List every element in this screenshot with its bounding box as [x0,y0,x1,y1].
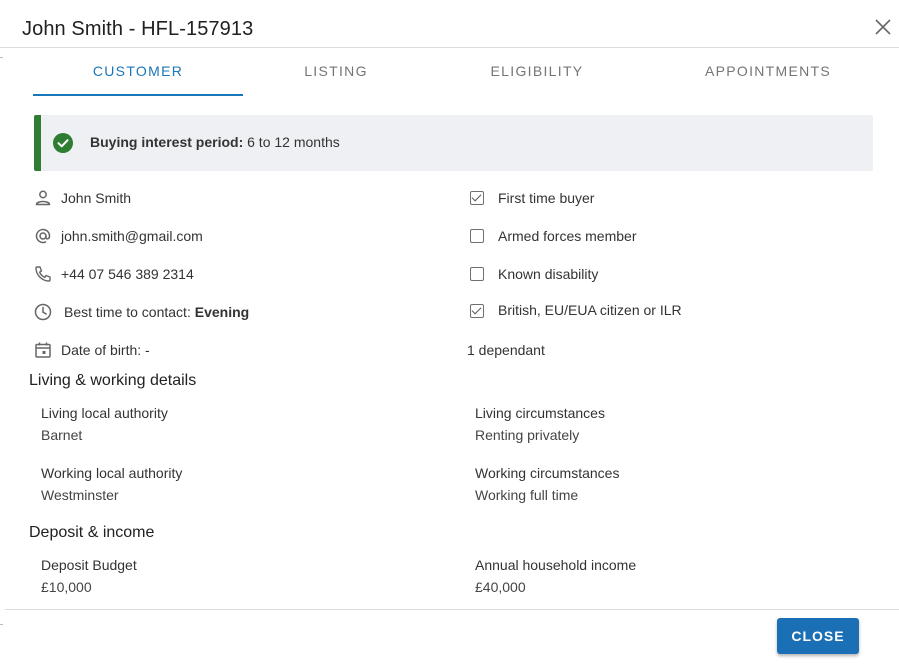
dependants-count: 1 dependant [467,342,545,358]
best-time-value: Evening [194,304,250,320]
active-tab-indicator [33,94,243,96]
date-of-birth: Date of birth: - [61,342,150,358]
first-time-buyer-checkbox[interactable] [470,191,484,205]
working-circumstances-value: Working full time [475,487,579,503]
customer-dialog: John Smith - HFL-157913 CUSTOMER LISTING… [0,0,899,670]
check-circle-icon [53,133,73,153]
best-time-row: Best time to contact: Evening [33,300,249,324]
tab-bar: CUSTOMER LISTING ELIGIBILITY APPOINTMENT… [0,48,899,96]
best-time-label: Best time to contact: [64,304,191,320]
tab-eligibility[interactable]: ELIGIBILITY [429,48,645,96]
armed-forces-label: Armed forces member [498,228,637,244]
working-circumstances-label: Working circumstances [475,465,620,481]
phone-icon [33,264,53,284]
known-disability-label: Known disability [498,266,599,282]
contact-email: john.smith@gmail.com [61,228,203,244]
known-disability-checkbox[interactable] [470,267,484,281]
buying-interest-banner: Buying interest period: 6 to 12 months [34,115,873,171]
deposit-budget-label: Deposit Budget [41,557,137,573]
contact-name: John Smith [61,190,132,206]
living-authority-value: Barnet [41,427,83,443]
armed-forces-checkbox[interactable] [470,229,484,243]
citizenship-label: British, EU/EUA citizen or ILR [498,302,682,318]
living-working-title: Living & working details [29,372,197,389]
tab-listing[interactable]: LISTING [243,48,429,96]
calendar-icon [33,340,53,360]
citizenship-checkbox[interactable] [470,304,484,318]
person-icon [33,188,53,208]
close-icon[interactable] [873,17,893,37]
clock-icon [33,302,53,322]
footer-divider [5,609,899,610]
first-time-buyer-label: First time buyer [498,190,595,206]
buying-interest-value: 6 to 12 months [247,134,340,150]
contact-phone-row: +44 07 546 389 2314 [33,262,194,286]
deposit-income-title: Deposit & income [29,524,155,541]
living-circumstances-label: Living circumstances [475,405,605,421]
contact-phone: +44 07 546 389 2314 [61,266,194,282]
household-income-label: Annual household income [475,557,637,573]
contact-name-row: John Smith [33,186,131,210]
tab-customer[interactable]: CUSTOMER [33,48,243,96]
working-authority-value: Westminster [41,487,119,503]
working-authority-label: Working local authority [41,465,183,481]
close-button[interactable]: CLOSE [777,618,859,654]
dob-row: Date of birth: - [33,338,150,362]
buying-interest-label: Buying interest period: [90,134,244,150]
household-income-value: £40,000 [475,579,526,595]
tab-appointments[interactable]: APPOINTMENTS [645,48,891,96]
buying-interest-text: Buying interest period: 6 to 12 months [90,134,340,150]
edge-mark [0,624,3,625]
dialog-title: John Smith - HFL-157913 [22,18,254,40]
at-icon [33,226,53,246]
deposit-budget-value: £10,000 [41,579,92,595]
living-circumstances-value: Renting privately [475,427,580,443]
living-authority-label: Living local authority [41,405,168,421]
contact-email-row: john.smith@gmail.com [33,224,203,248]
dialog-header: John Smith - HFL-157913 [0,0,899,48]
